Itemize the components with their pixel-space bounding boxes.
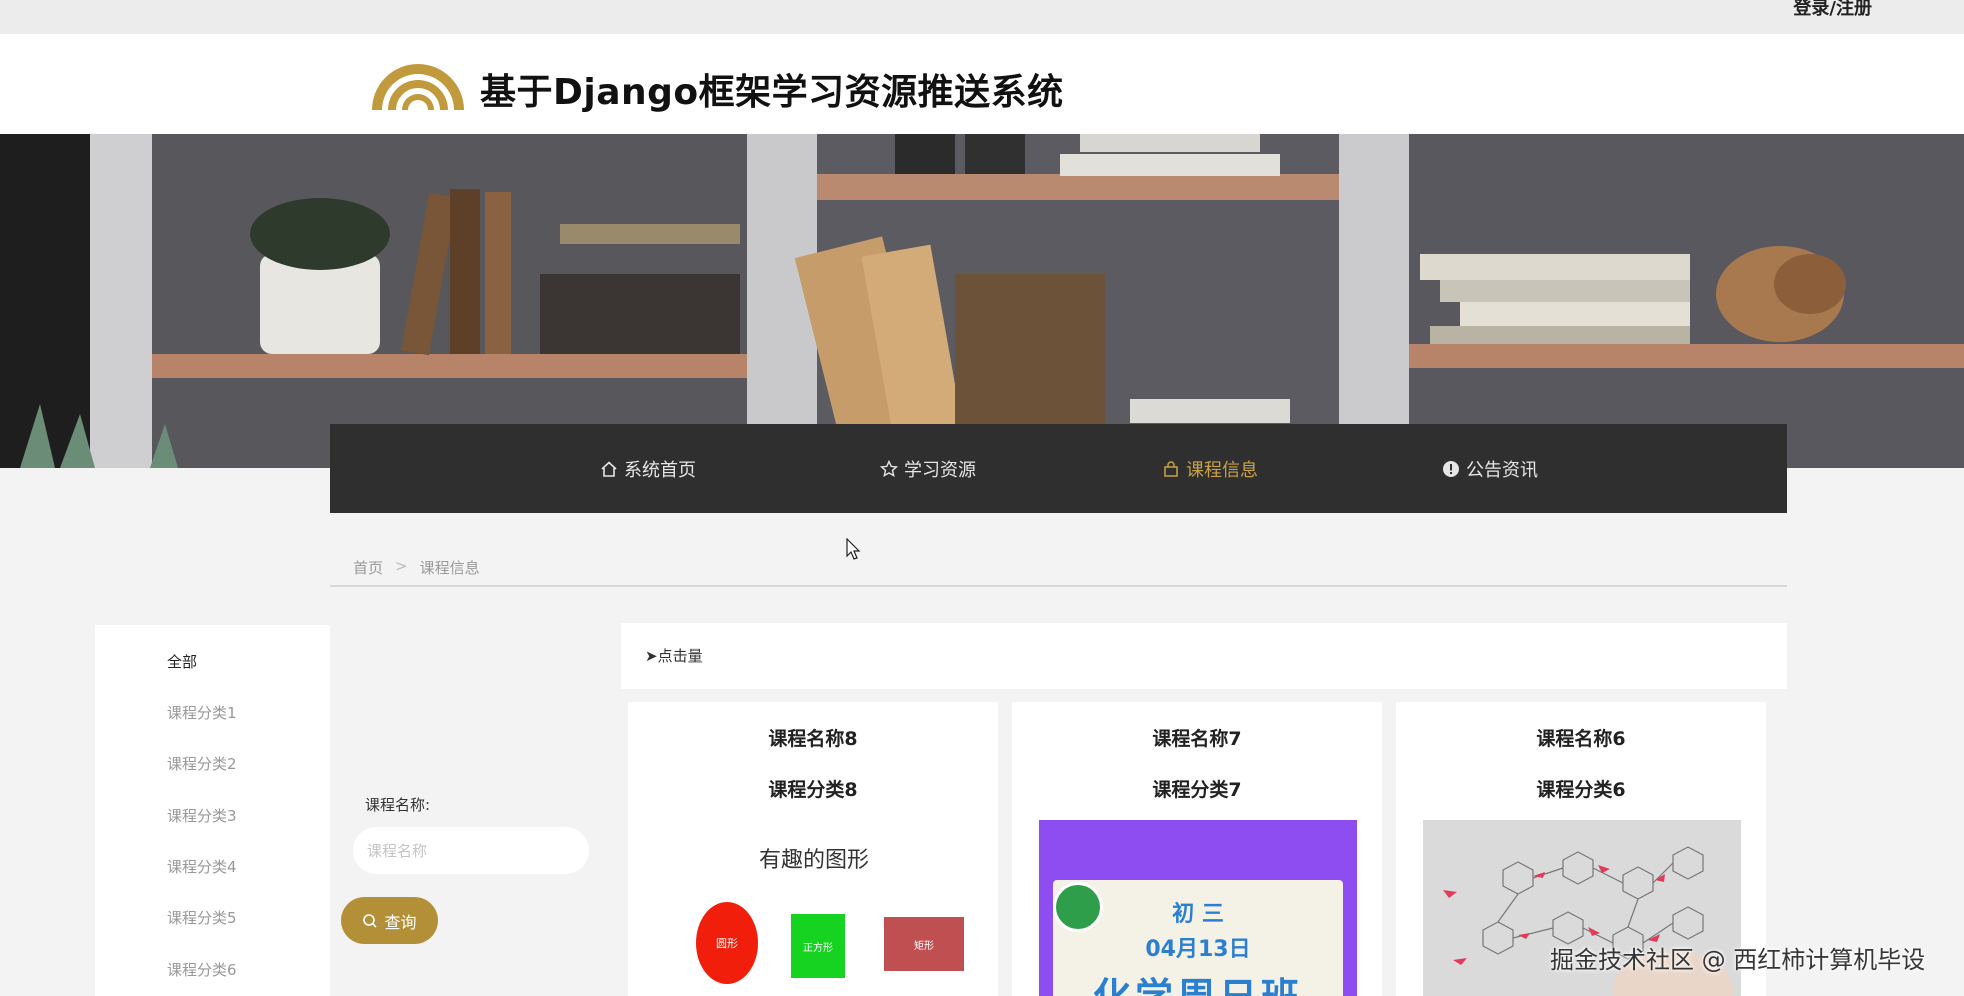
banner-image: [0, 134, 1964, 468]
star-icon: [880, 460, 898, 478]
thumbnail-headline: 化学周日班: [1039, 966, 1357, 996]
nav-item-news[interactable]: 公告资讯: [1442, 456, 1538, 482]
course-category: 课程分类6: [1536, 779, 1626, 801]
course-card[interactable]: 课程名称7 课程分类7 初 三 04月13日 化学周日班: [1012, 702, 1382, 996]
search-icon: [363, 913, 378, 928]
thumbnail-heading: 有趣的图形: [758, 848, 869, 873]
course-category: 课程分类7: [1152, 779, 1242, 801]
sidebar-item-category-2[interactable]: 课程分类2: [167, 753, 237, 774]
sidebar-item-category-3[interactable]: 课程分类3: [167, 805, 237, 826]
top-bar: 登录/注册: [0, 0, 1964, 34]
sidebar-item-category-6[interactable]: 课程分类6: [167, 959, 237, 980]
sidebar-item-category-5[interactable]: 课程分类5: [167, 907, 237, 928]
course-name: 课程名称8: [768, 728, 858, 750]
bag-icon: [1164, 461, 1178, 477]
login-register-link[interactable]: 登录/注册: [1793, 0, 1872, 20]
search-button[interactable]: 查询: [341, 897, 438, 944]
info-icon: [1443, 461, 1459, 477]
nav-item-label: 学习资源: [904, 460, 976, 481]
category-sidebar: 全部 课程分类1 课程分类2 课程分类3 课程分类4 课程分类5 课程分类6: [95, 625, 330, 996]
course-thumbnail: 有趣的图形 圆形 正方形 矩形: [655, 820, 973, 996]
breadcrumb-current: 课程信息: [419, 559, 480, 577]
course-category: 课程分类8: [768, 779, 858, 801]
home-icon: [601, 461, 617, 477]
nav-item-courses[interactable]: 课程信息: [1162, 456, 1258, 482]
sidebar-item-category-4[interactable]: 课程分类4: [167, 856, 237, 877]
course-name: 课程名称6: [1536, 728, 1626, 750]
thumbnail-grade: 初 三: [1172, 902, 1224, 927]
thumbnail-square-shape: 正方形: [791, 914, 845, 978]
site-title: 基于Django框架学习资源推送系统: [480, 72, 1064, 113]
logo-icon: [372, 64, 464, 110]
sidebar-item-category-1[interactable]: 课程分类1: [167, 702, 237, 723]
sidebar-item-all[interactable]: 全部: [167, 651, 197, 672]
breadcrumb-separator: >: [395, 557, 408, 575]
sort-by-clicks[interactable]: ➤点击量: [645, 645, 703, 666]
nav-item-home[interactable]: 系统首页: [600, 456, 696, 482]
thumbnail-circle-shape: 圆形: [696, 902, 758, 984]
main-nav: 系统首页 学习资源 课程信息 公告资讯: [330, 424, 1787, 513]
course-thumbnail: 初 三 04月13日 化学周日班: [1039, 820, 1357, 996]
nav-item-resources[interactable]: 学习资源: [880, 456, 976, 482]
shape-label: 矩形: [914, 940, 934, 952]
course-card[interactable]: 课程名称8 课程分类8 有趣的图形 圆形 正方形 矩形: [628, 702, 998, 996]
watermark-text: 掘金技术社区 @ 西红柿计算机毕设: [1550, 946, 1926, 974]
breadcrumb: 首页 > 课程信息: [353, 557, 480, 578]
nav-item-label: 课程信息: [1186, 460, 1258, 481]
search-label: 课程名称:: [365, 796, 431, 814]
thumbnail-rect-shape: 矩形: [884, 917, 964, 971]
nav-item-label: 系统首页: [624, 460, 696, 481]
sort-bar: ➤点击量: [621, 623, 1787, 689]
course-name-input[interactable]: [353, 827, 589, 874]
course-name: 课程名称7: [1152, 728, 1242, 750]
thumbnail-date: 04月13日: [1145, 937, 1251, 962]
shape-label: 正方形: [803, 942, 833, 954]
breadcrumb-divider: [330, 585, 1787, 587]
nav-item-label: 公告资讯: [1466, 460, 1538, 481]
shape-label: 圆形: [716, 937, 738, 950]
breadcrumb-home[interactable]: 首页: [353, 557, 383, 578]
search-button-label: 查询: [384, 912, 417, 932]
site-header: 基于Django框架学习资源推送系统: [0, 34, 1964, 134]
mouse-cursor-icon: [846, 538, 861, 560]
